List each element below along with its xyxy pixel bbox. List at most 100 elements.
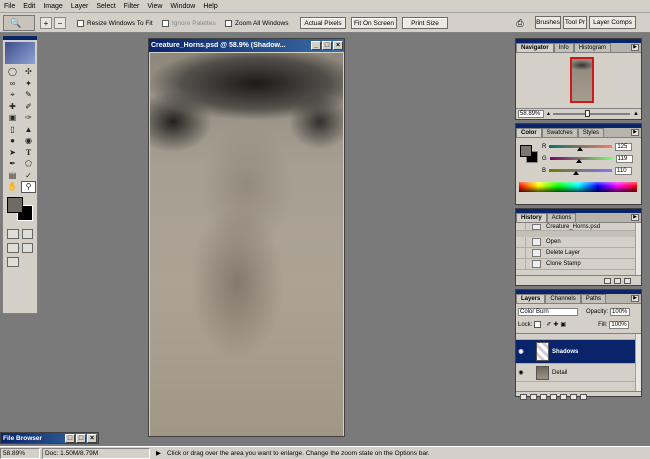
blur-tool-icon[interactable]: ● (5, 135, 20, 147)
actual-pixels-button[interactable]: Actual Pixels (300, 17, 346, 29)
new-document-from-state-icon[interactable] (604, 277, 611, 284)
blue-slider[interactable] (549, 169, 613, 175)
checkbox-box[interactable] (77, 19, 84, 27)
notes-tool-icon[interactable]: ▤ (5, 170, 20, 182)
pen-tool-icon[interactable]: ✒ (5, 158, 20, 170)
photoshop-logo[interactable] (5, 42, 35, 64)
tab-history[interactable]: History (516, 213, 547, 222)
fit-on-screen-button[interactable]: Fit On Screen (351, 17, 397, 29)
navigator-zoom-slider[interactable] (553, 109, 631, 117)
lasso-tool-icon[interactable]: ∞ (5, 78, 20, 90)
crop-tool-icon[interactable]: ⌖ (5, 89, 20, 101)
create-snapshot-icon[interactable] (614, 277, 621, 284)
path-selection-tool-icon[interactable]: ➤ (5, 147, 20, 159)
brush-tool-icon[interactable]: ✐ (21, 101, 36, 113)
slice-tool-icon[interactable]: ✎ (21, 89, 36, 101)
trash-icon[interactable] (624, 277, 631, 284)
history-snapshot[interactable]: Creature_Horns.psd (516, 223, 641, 231)
navigator-view-box[interactable] (570, 57, 594, 103)
screen-mode-full-icon[interactable] (21, 242, 33, 253)
screen-mode-standard-icon[interactable] (7, 242, 19, 253)
menu-layer[interactable]: Layer (67, 3, 93, 10)
menu-window[interactable]: Window (166, 3, 199, 10)
blue-knob[interactable] (573, 171, 580, 175)
resize-windows-checkbox[interactable]: Resize Windows To Fit (77, 17, 153, 29)
eye-icon[interactable]: ◉ (516, 369, 526, 376)
new-layer-icon[interactable] (570, 393, 577, 400)
tab-layers[interactable]: Layers (516, 294, 546, 303)
zoom-tool-icon[interactable]: ⚲ (21, 181, 36, 193)
zoom-all-windows-checkbox[interactable]: Zoom All Windows (225, 17, 288, 29)
green-slider[interactable] (549, 157, 613, 163)
layer-row-detail[interactable]: ◉ Detail (516, 364, 641, 382)
trash-icon[interactable] (580, 393, 587, 400)
quick-mask-mode-icon[interactable] (21, 228, 33, 239)
blend-mode-select[interactable]: Color Burn (518, 307, 578, 316)
history-item[interactable]: Clone Stamp (516, 259, 641, 270)
marquee-tool-icon[interactable]: ◯ (5, 66, 20, 78)
history-scrollbar[interactable] (635, 223, 641, 275)
green-value-field[interactable]: 119 (615, 154, 633, 163)
red-slider[interactable] (549, 145, 613, 151)
new-group-icon[interactable] (560, 393, 567, 400)
paint-bucket-tool-icon[interactable]: ▲ (21, 124, 36, 136)
well-tab-layer-comps[interactable]: Layer Comps (589, 16, 636, 29)
well-tab-tool-presets[interactable]: Tool Pr (563, 16, 587, 29)
color-foreground-swatch[interactable] (520, 145, 532, 157)
printer-icon[interactable]: ⎙ (513, 16, 527, 30)
green-knob[interactable] (576, 159, 583, 163)
history-source-box[interactable] (516, 248, 526, 258)
menu-select[interactable]: Select (92, 3, 119, 10)
tab-actions[interactable]: Actions (546, 213, 577, 222)
type-tool-icon[interactable]: T (21, 147, 36, 159)
opacity-field[interactable]: 100% (610, 307, 631, 316)
tab-info[interactable]: Info (553, 43, 574, 52)
magic-wand-tool-icon[interactable]: ✦ (21, 78, 36, 90)
tab-navigator[interactable]: Navigator (516, 43, 554, 52)
tab-color[interactable]: Color (516, 128, 542, 137)
adjustment-layer-icon[interactable] (550, 393, 557, 400)
layer-style-icon[interactable] (530, 393, 537, 400)
palette-menu-icon[interactable]: ▶ (631, 44, 639, 51)
lock-position-icon[interactable]: ✚ (553, 321, 558, 328)
image-canvas[interactable] (150, 53, 343, 436)
menu-help[interactable]: Help (199, 3, 221, 10)
zoom-out-icon[interactable]: − (54, 17, 66, 29)
menu-view[interactable]: View (143, 3, 166, 10)
move-tool-icon[interactable]: ✣ (21, 66, 36, 78)
red-value-field[interactable]: 125 (615, 142, 633, 151)
document-title-bar[interactable]: Creature_Horns.psd @ 58.9% (Shadow... _ … (149, 39, 344, 52)
tool-preset-picker[interactable]: 🔍 (3, 15, 35, 31)
well-tab-brushes[interactable]: Brushes (535, 16, 561, 29)
history-source-box[interactable] (516, 223, 526, 230)
shape-tool-icon[interactable]: ⬠ (21, 158, 36, 170)
tab-histogram[interactable]: Histogram (573, 43, 612, 52)
eraser-tool-icon[interactable]: ▯ (5, 124, 20, 136)
minimize-icon[interactable]: _ (311, 41, 321, 50)
history-source-box[interactable] (516, 259, 526, 269)
status-zoom-field[interactable]: 58.89% (0, 447, 40, 459)
slider-knob[interactable] (585, 109, 591, 117)
standard-mode-icon[interactable] (7, 228, 19, 239)
tab-paths[interactable]: Paths (580, 294, 607, 303)
maximize-icon[interactable]: □ (322, 41, 332, 50)
red-knob[interactable] (577, 147, 584, 151)
menu-edit[interactable]: Edit (19, 3, 39, 10)
healing-brush-tool-icon[interactable]: ✚ (5, 101, 20, 113)
history-item[interactable]: Open (516, 237, 641, 248)
navigator-zoom-field[interactable]: 58.89% (518, 109, 544, 118)
ignore-palettes-checkbox[interactable]: Ignore Palettes (162, 17, 216, 29)
link-layers-icon[interactable] (520, 393, 527, 400)
zoom-in-large-icon[interactable]: ▲ (633, 111, 639, 117)
layer-mask-icon[interactable] (540, 393, 547, 400)
lock-all-icon[interactable]: ▣ (560, 321, 566, 328)
history-source-box[interactable] (516, 237, 526, 247)
file-browser-window[interactable]: File Browser □ □ × (0, 432, 99, 444)
history-brush-tool-icon[interactable]: ✑ (21, 112, 36, 124)
eye-icon[interactable]: ◉ (516, 348, 526, 355)
foreground-color-swatch[interactable] (7, 196, 23, 213)
lock-transparency-icon[interactable] (534, 321, 542, 328)
tab-styles[interactable]: Styles (577, 128, 605, 137)
layer-row-shadows[interactable]: ◉ Shadows (516, 340, 641, 364)
clone-stamp-tool-icon[interactable]: ▣ (5, 112, 20, 124)
